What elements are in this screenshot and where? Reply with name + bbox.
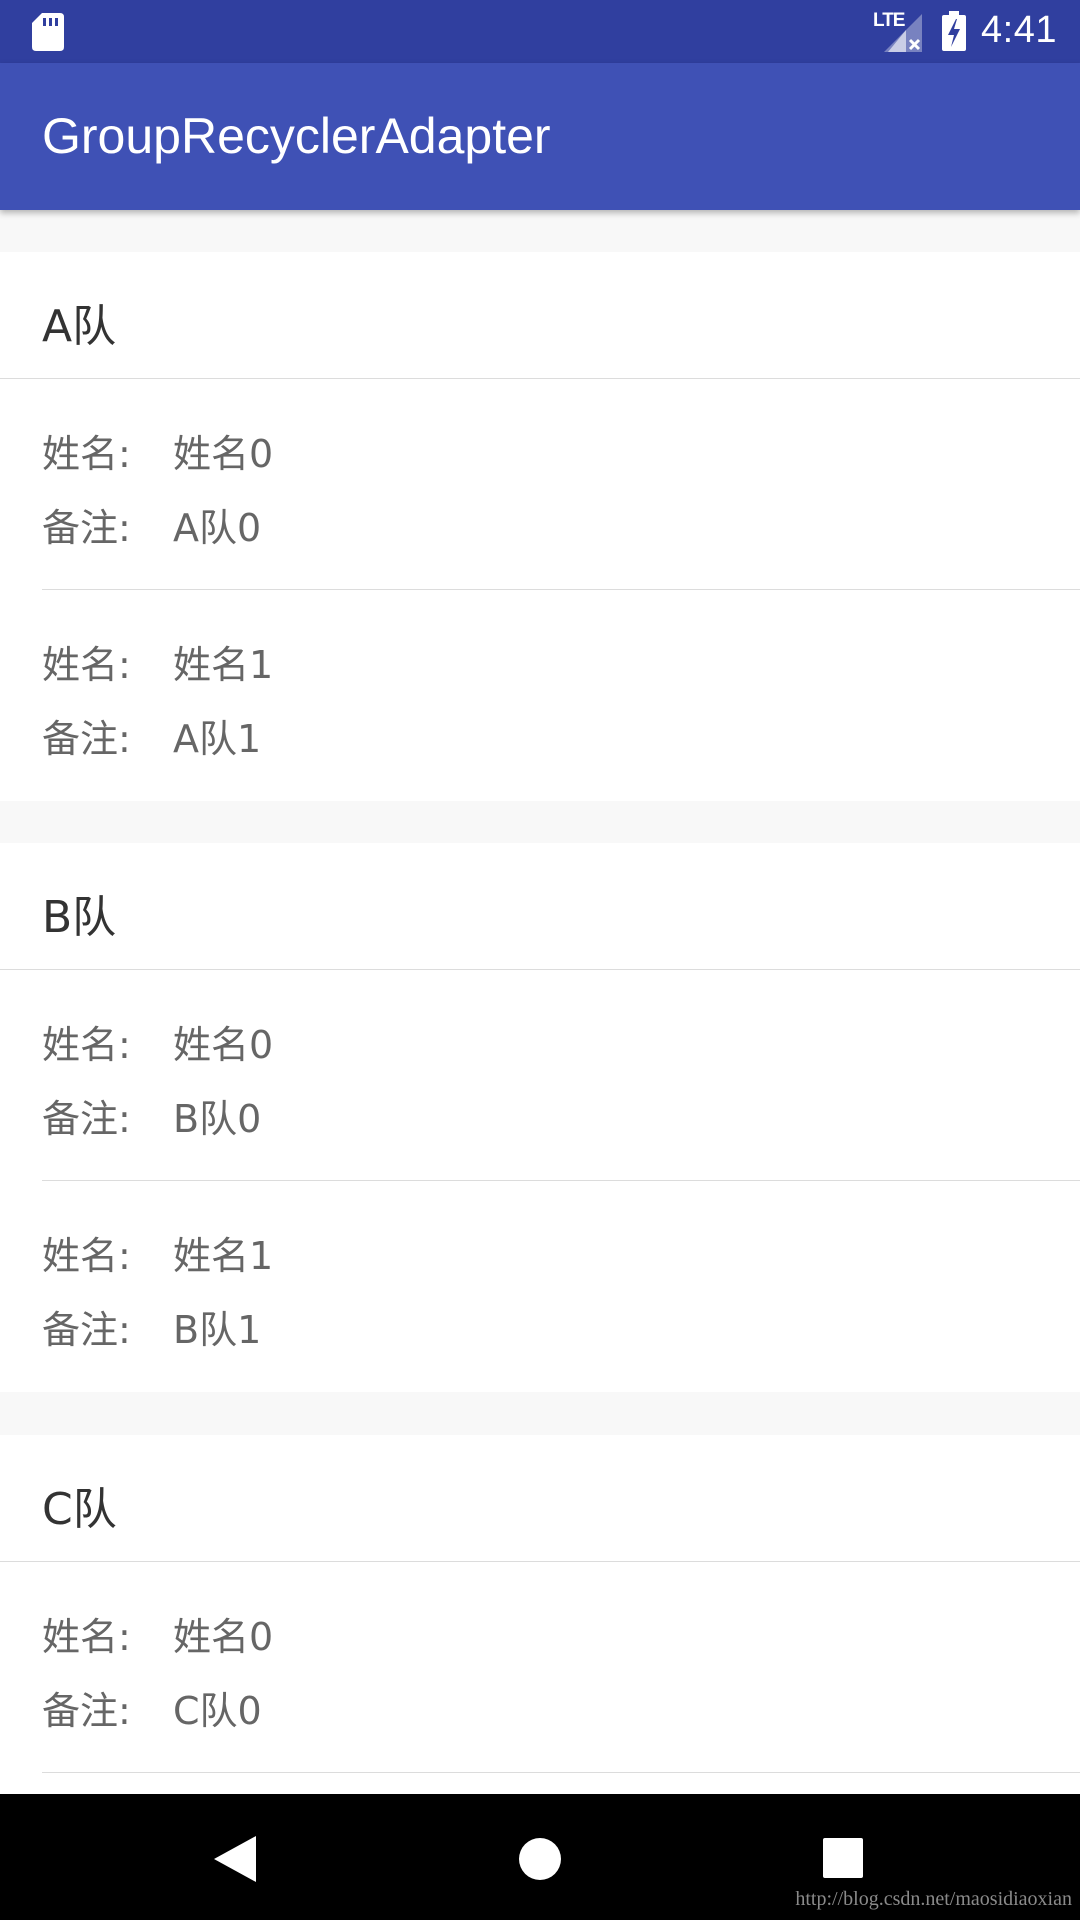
name-label: 姓名: (42, 1023, 131, 1067)
group-header-title: C队 (42, 1484, 117, 1535)
screen: LTE 4:41 GroupRecyclerAdapter A队 姓名: 姓名0 (0, 0, 1080, 1920)
group-b: B队 姓名: 姓名0 备注: B队0 姓名: 姓名1 备注: B队1 (0, 843, 1080, 1392)
group-header-title: B队 (42, 892, 117, 943)
group-header-title: A队 (42, 301, 117, 352)
recent-apps-icon[interactable] (823, 1838, 863, 1878)
battery-charging-icon (942, 11, 966, 51)
group-header[interactable]: C队 (0, 1435, 1080, 1562)
list-item[interactable]: 姓名: 姓名1 备注: B队1 (0, 1181, 1080, 1392)
note-label: 备注: (42, 1689, 131, 1733)
group-header[interactable]: B队 (0, 843, 1080, 970)
group-c: C队 姓名: 姓名0 备注: C队0 (0, 1435, 1080, 1794)
note-label: 备注: (42, 717, 131, 761)
name-value: 姓名1 (173, 1234, 274, 1278)
signal-icon (884, 14, 922, 52)
list-item-partial[interactable] (0, 1773, 1080, 1794)
note-value: A队1 (173, 717, 262, 761)
note-label: 备注: (42, 506, 131, 550)
list-item[interactable]: 姓名: 姓名1 备注: A队1 (0, 590, 1080, 801)
name-value: 姓名0 (173, 1023, 274, 1067)
status-bar: LTE 4:41 (0, 0, 1080, 63)
list-item[interactable]: 姓名: 姓名0 备注: A队0 (0, 379, 1080, 590)
sd-card-icon (32, 13, 64, 51)
grouped-list[interactable]: A队 姓名: 姓名0 备注: A队0 姓名: 姓名1 备注: A队1 B队 姓名… (0, 210, 1080, 1794)
clock: 4:41 (981, 9, 1057, 51)
note-value: C队0 (173, 1689, 262, 1733)
name-value: 姓名1 (173, 643, 274, 687)
back-icon[interactable] (214, 1836, 256, 1882)
group-header[interactable]: A队 (0, 252, 1080, 379)
note-label: 备注: (42, 1308, 131, 1352)
note-label: 备注: (42, 1097, 131, 1141)
name-label: 姓名: (42, 643, 131, 687)
app-bar: GroupRecyclerAdapter (0, 63, 1080, 210)
name-label: 姓名: (42, 1234, 131, 1278)
name-value: 姓名0 (173, 432, 274, 476)
group-a: A队 姓名: 姓名0 备注: A队0 姓名: 姓名1 备注: A队1 (0, 252, 1080, 801)
list-item[interactable]: 姓名: 姓名0 备注: C队0 (0, 1562, 1080, 1773)
watermark: http://blog.csdn.net/maosidiaoxian (795, 1888, 1072, 1910)
name-label: 姓名: (42, 432, 131, 476)
note-value: A队0 (173, 506, 262, 550)
list-item[interactable]: 姓名: 姓名0 备注: B队0 (0, 970, 1080, 1181)
app-title: GroupRecyclerAdapter (42, 108, 551, 164)
name-label: 姓名: (42, 1615, 131, 1659)
name-value: 姓名0 (173, 1615, 274, 1659)
home-icon[interactable] (518, 1837, 562, 1881)
note-value: B队1 (173, 1308, 262, 1352)
note-value: B队0 (173, 1097, 262, 1141)
